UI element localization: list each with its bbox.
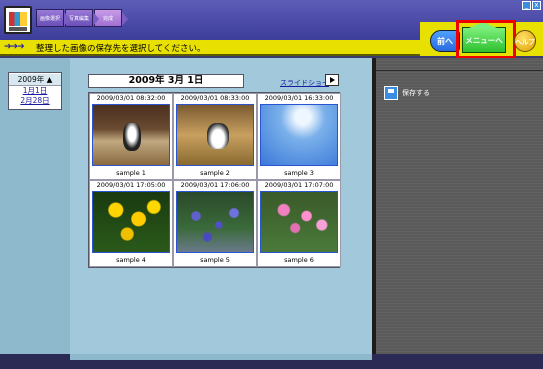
- save-button[interactable]: 保存する: [384, 86, 430, 100]
- step-navigation: 画像選択 写真編集 完成: [36, 9, 128, 27]
- year-header[interactable]: 2009年 ▲: [9, 74, 61, 86]
- photo-name: sample 3: [284, 169, 314, 177]
- photo-cell[interactable]: 2009/03/01 16:33:00 sample 3: [257, 93, 341, 180]
- photo-name: sample 4: [116, 256, 146, 264]
- instruction-text: 整理した画像の保存先を選択してください。: [36, 44, 206, 54]
- date-link-jan1[interactable]: 1月1日: [9, 86, 61, 96]
- photo-thumbnail[interactable]: [92, 104, 170, 166]
- action-panel: 保存する: [376, 58, 543, 354]
- page-title: 2009年 3月 1日: [88, 74, 244, 88]
- photo-name: sample 2: [200, 169, 230, 177]
- photo-name: sample 5: [200, 256, 230, 264]
- arrows-icon: ➔➔➔: [4, 42, 25, 52]
- photo-timestamp: 2009/03/01 08:33:00: [180, 94, 250, 102]
- instruction-band: ➔➔➔ 整理した画像の保存先を選択してください。: [0, 40, 440, 56]
- close-button[interactable]: x: [532, 1, 541, 10]
- photo-timestamp: 2009/03/01 17:05:00: [96, 181, 166, 189]
- calendar-sidebar: 2009年 ▲ 1月1日 2月28日: [0, 58, 70, 354]
- step-select-image[interactable]: 画像選択: [36, 9, 70, 27]
- photo-timestamp: 2009/03/01 17:06:00: [180, 181, 250, 189]
- photo-thumbnail[interactable]: [92, 191, 170, 253]
- panel-rule: [376, 70, 543, 71]
- date-link-feb28[interactable]: 2月28日: [9, 96, 61, 106]
- photo-timestamp: 2009/03/01 17:07:00: [264, 181, 334, 189]
- help-button[interactable]: ヘルプ: [514, 30, 536, 52]
- photo-cell[interactable]: 2009/03/01 08:33:00 sample 2: [173, 93, 257, 180]
- window-controls: _ x: [522, 1, 541, 10]
- date-list: 2009年 ▲ 1月1日 2月28日: [8, 72, 62, 110]
- photo-name: sample 6: [284, 256, 314, 264]
- menu-highlight-box: [456, 20, 516, 59]
- save-label: 保存する: [402, 89, 430, 97]
- photo-timestamp: 2009/03/01 16:33:00: [264, 94, 334, 102]
- bottom-bar: [0, 354, 543, 369]
- bottom-strip: [70, 354, 372, 360]
- photo-thumbnail[interactable]: [176, 104, 254, 166]
- photo-grid: 2009/03/01 08:32:00 sample 1 2009/03/01 …: [88, 92, 341, 268]
- slideshow-link[interactable]: スライドショー: [280, 78, 329, 88]
- play-icon[interactable]: [325, 74, 339, 86]
- photo-timestamp: 2009/03/01 08:32:00: [96, 94, 166, 102]
- photo-thumbnail[interactable]: [260, 191, 338, 253]
- photo-cell[interactable]: 2009/03/01 17:07:00 sample 6: [257, 180, 341, 267]
- app-logo-icon: [4, 6, 32, 34]
- photo-thumbnail[interactable]: [260, 104, 338, 166]
- photo-cell[interactable]: 2009/03/01 08:32:00 sample 1: [89, 93, 173, 180]
- photo-thumbnail[interactable]: [176, 191, 254, 253]
- photo-cell[interactable]: 2009/03/01 17:06:00 sample 5: [173, 180, 257, 267]
- photo-area: 2009年 3月 1日 スライドショー 2009/03/01 08:32:00 …: [70, 58, 372, 354]
- photo-name: sample 1: [116, 169, 146, 177]
- photo-cell[interactable]: 2009/03/01 17:05:00 sample 4: [89, 180, 173, 267]
- minimize-button[interactable]: _: [522, 1, 531, 10]
- save-icon: [384, 86, 398, 100]
